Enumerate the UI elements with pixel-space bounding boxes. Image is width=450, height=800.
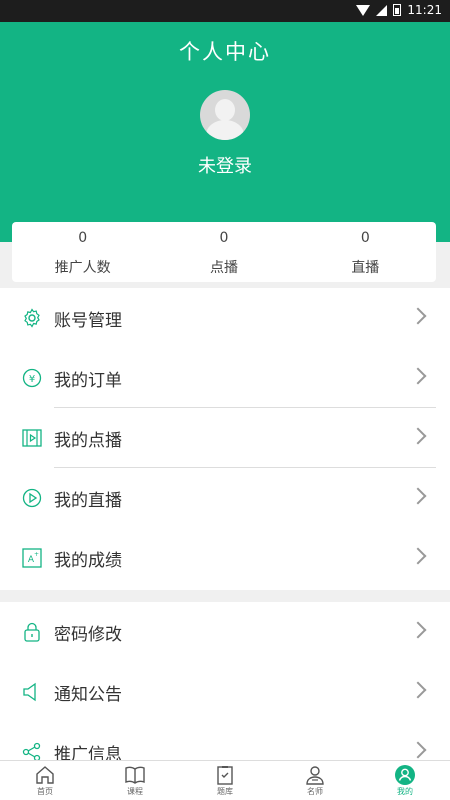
avatar[interactable] [200, 90, 250, 140]
stat-label: 点播 [209, 260, 238, 276]
play-circle-icon [22, 488, 42, 508]
menu-item-label: 推广信息 [54, 744, 122, 761]
tab-teachers[interactable]: 名师 [270, 761, 360, 800]
menu-item-promotion-info[interactable]: 推广信息 [0, 722, 450, 760]
menu-group-settings: 密码修改 通知公告 推广信息 [0, 602, 450, 760]
signal-icon [376, 4, 388, 16]
chevron-right-icon [409, 427, 427, 445]
tab-courses[interactable]: 课程 [90, 761, 180, 800]
chevron-right-icon [409, 621, 427, 639]
avatar-head-shape [215, 99, 235, 121]
menu-item-account-management[interactable]: 账号管理 [0, 288, 450, 348]
stat-label: 推广人数 [54, 260, 111, 276]
menu-item-my-vod[interactable]: 我的点播 [0, 408, 450, 468]
stat-value: 0 [219, 230, 229, 246]
share-icon [22, 742, 41, 760]
chevron-right-icon [409, 367, 427, 385]
login-status[interactable]: 未登录 [0, 152, 450, 178]
user-icon [395, 765, 415, 785]
tab-label: 首页 [37, 787, 53, 796]
stat-value: 0 [78, 230, 88, 246]
menu-item-label: 我的订单 [54, 370, 122, 391]
grade-icon: A + [22, 548, 42, 568]
stat-value: 0 [360, 230, 370, 246]
tab-mine[interactable]: 我的 [360, 761, 450, 800]
teacher-icon [306, 766, 324, 785]
page-title: 个人中心 [179, 40, 271, 64]
profile-header: 个人中心 未登录 [0, 22, 450, 242]
chevron-right-icon [409, 681, 427, 699]
battery-icon [393, 4, 402, 16]
chevron-right-icon [409, 741, 427, 759]
tab-label: 题库 [217, 787, 233, 796]
svg-text:¥: ¥ [29, 374, 35, 385]
menu-item-label: 通知公告 [54, 684, 122, 705]
stats-card: 0 推广人数 0 点播 0 直播 [12, 222, 436, 282]
svg-text:+: + [34, 551, 39, 558]
tab-home[interactable]: 首页 [0, 761, 90, 800]
tab-label: 我的 [397, 787, 413, 796]
menu-item-my-grades[interactable]: A + 我的成绩 [0, 528, 450, 588]
menu-item-my-live[interactable]: 我的直播 [0, 468, 450, 528]
menu-item-change-password[interactable]: 密码修改 [0, 602, 450, 662]
menu-item-my-orders[interactable]: ¥ 我的订单 [0, 348, 450, 408]
speaker-icon [23, 682, 36, 702]
tab-label: 名师 [307, 787, 323, 796]
tab-question-bank[interactable]: 题库 [180, 761, 270, 800]
video-icon [22, 429, 42, 447]
stat-label: 直播 [351, 260, 380, 276]
chevron-right-icon [409, 487, 427, 505]
menu-item-label: 我的直播 [54, 490, 122, 511]
stat-vod[interactable]: 0 点播 [153, 222, 294, 282]
avatar-body-shape [206, 120, 244, 140]
menu-item-notices[interactable]: 通知公告 [0, 662, 450, 722]
gear-icon [24, 308, 40, 328]
home-icon [36, 766, 54, 784]
tab-label: 课程 [127, 787, 143, 796]
chevron-right-icon [409, 307, 427, 325]
wifi-icon [356, 5, 371, 16]
stat-promotion[interactable]: 0 推广人数 [12, 222, 153, 282]
status-bar: 11:21 [0, 0, 450, 22]
stat-live[interactable]: 0 直播 [295, 222, 436, 282]
menu-item-label: 账号管理 [54, 310, 122, 331]
bottom-tab-bar: 首页 课程 题库 名师 我的 [0, 760, 450, 800]
checklist-icon [217, 766, 233, 785]
menu-item-label: 我的点播 [54, 430, 122, 451]
status-time: 11:21 [407, 3, 442, 17]
yen-icon: ¥ [22, 368, 42, 388]
lock-icon [24, 622, 40, 642]
menu-group-account: 账号管理 ¥ 我的订单 我的点播 我的直播 A + 我的成绩 [0, 288, 450, 590]
chevron-right-icon [409, 547, 427, 565]
menu-item-label: 我的成绩 [54, 550, 122, 571]
book-icon [125, 766, 145, 784]
menu-item-label: 密码修改 [54, 624, 122, 645]
